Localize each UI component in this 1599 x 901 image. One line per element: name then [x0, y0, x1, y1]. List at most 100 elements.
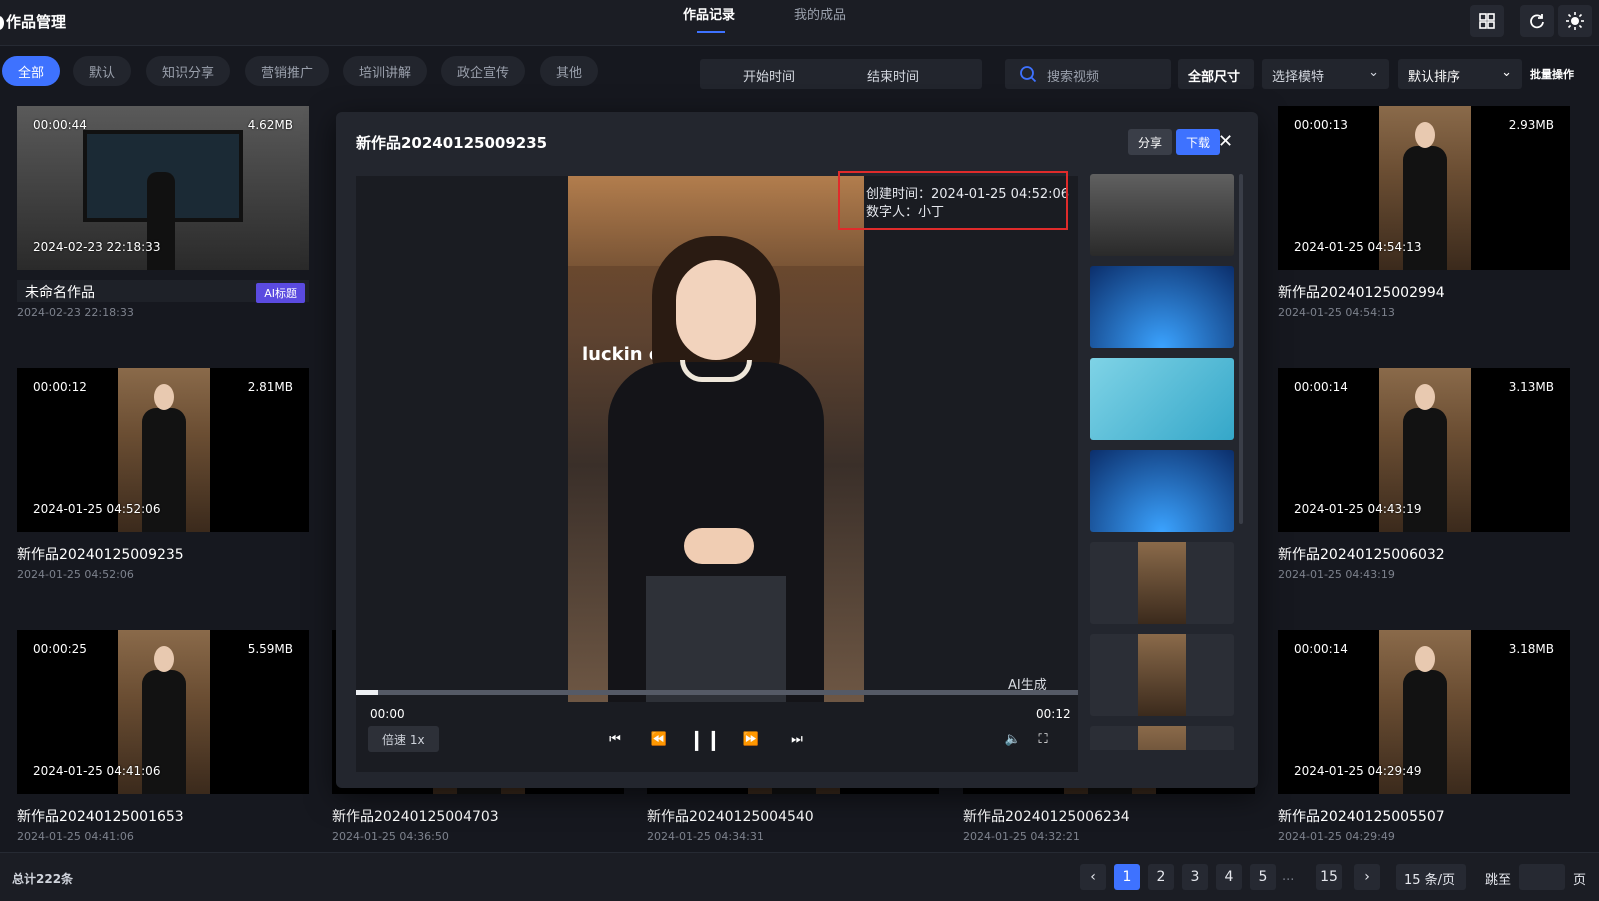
chevron-down-icon: ⌄	[1368, 65, 1379, 80]
page-ellipsis[interactable]: ...	[1282, 869, 1294, 884]
created-time-label: 2024-01-25 04:43:19	[1294, 502, 1422, 516]
speed-button[interactable]: 倍速 1x	[368, 726, 439, 752]
thumbnail-item[interactable]	[1090, 450, 1234, 532]
download-button[interactable]: 下载	[1176, 129, 1221, 155]
per-page-label: 15 条/页	[1404, 873, 1456, 888]
close-icon[interactable]: ✕	[1218, 131, 1233, 152]
fast-forward-icon[interactable]: ⏩	[740, 728, 762, 750]
thumbnail-item[interactable]	[1090, 634, 1234, 716]
created-time-label: 2024-01-25 04:52:06	[33, 502, 161, 516]
card-title: 新作品20240125009235	[17, 547, 184, 563]
file-size-label: 3.18MB	[1508, 642, 1554, 656]
volume-icon[interactable]: 🔈	[1002, 728, 1024, 750]
per-page-select[interactable]: 15 条/页	[1396, 864, 1466, 890]
card-title: 未命名作品	[25, 285, 95, 301]
end-time-field[interactable]: 结束时间	[867, 66, 919, 85]
video-thumbnail[interactable]: 00:00:14 3.18MB 2024-01-25 04:29:49	[1278, 630, 1570, 794]
thumbnail-item[interactable]	[1090, 358, 1234, 440]
thumbnail-item[interactable]	[1090, 542, 1234, 624]
search-input[interactable]: 搜索视频	[1005, 59, 1171, 89]
ai-title-badge[interactable]: AI标题	[256, 283, 305, 303]
page-button[interactable]: 1	[1114, 864, 1140, 890]
chip-government[interactable]: 政企宣传	[441, 56, 526, 86]
video-thumbnail[interactable]: 00:00:13 2.93MB 2024-01-25 04:54:13	[1278, 106, 1570, 270]
card-date: 2024-01-25 04:41:06	[17, 830, 134, 843]
progress-bar[interactable]	[356, 690, 1078, 695]
duration-label: 00:00:14	[1294, 380, 1348, 394]
prev-page-button[interactable]: ‹	[1080, 864, 1106, 890]
tab-works-record[interactable]: 作品记录	[683, 4, 735, 34]
total-count: 总计222条	[12, 872, 74, 886]
chip-all[interactable]: 全部	[2, 56, 61, 86]
page-button[interactable]: 15	[1316, 864, 1342, 890]
thumbnail-scrollbar[interactable]	[1239, 174, 1243, 524]
skip-previous-icon[interactable]: ⏮	[604, 728, 626, 750]
grid-view-button[interactable]	[1470, 5, 1504, 37]
duration-label: 00:00:12	[33, 380, 87, 394]
video-thumbnail[interactable]: 00:00:14 3.13MB 2024-01-25 04:43:19	[1278, 368, 1570, 532]
video-preview-modal: 新作品20240125009235 分享 下载 ✕ luckin cof 创建时…	[336, 112, 1258, 788]
card-date: 2024-02-23 22:18:33	[17, 306, 134, 319]
refresh-button[interactable]	[1520, 5, 1554, 37]
jump-page-input[interactable]	[1519, 864, 1565, 890]
fullscreen-icon[interactable]: ⛶	[1032, 728, 1054, 750]
model-select-label: 选择模特	[1272, 70, 1325, 85]
date-range-picker[interactable]: 开始时间 结束时间	[700, 59, 982, 89]
page-button[interactable]: 5	[1250, 864, 1276, 890]
duration-label: 00:00:13	[1294, 118, 1348, 132]
video-thumbnail[interactable]: 00:00:44 4.62MB 2024-02-23 22:18:33	[17, 106, 309, 270]
next-page-button[interactable]: ›	[1354, 864, 1380, 890]
sun-icon	[1566, 12, 1584, 30]
video-thumbnail[interactable]: 00:00:12 2.81MB 2024-01-25 04:52:06	[17, 368, 309, 532]
search-placeholder: 搜索视频	[1047, 70, 1100, 85]
logo-icon	[0, 16, 4, 30]
page-button[interactable]: 3	[1182, 864, 1208, 890]
duration-label: 00:00:25	[33, 642, 87, 656]
total-time: 00:12	[1036, 707, 1071, 721]
page-button[interactable]: 4	[1216, 864, 1242, 890]
chip-training[interactable]: 培训讲解	[343, 56, 428, 86]
created-time-label: 2024-02-23 22:18:33	[33, 240, 161, 254]
footer-pagination-bar: 总计222条 ‹ 1 2 3 4 5 ... 15 › 15 条/页 跳至 页	[0, 852, 1599, 901]
refresh-icon	[1530, 14, 1544, 29]
duration-label: 00:00:44	[33, 118, 87, 132]
chevron-down-icon: ⌄	[1501, 65, 1512, 80]
thumbnail-list	[1090, 174, 1234, 750]
thumbnail-item[interactable]	[1090, 174, 1234, 256]
chip-knowledge[interactable]: 知识分享	[146, 56, 231, 86]
card-date: 2024-01-25 04:29:49	[1278, 830, 1395, 843]
share-button[interactable]: 分享	[1128, 129, 1173, 155]
card-title: 新作品20240125002994	[1278, 285, 1445, 301]
theme-toggle-button[interactable]	[1558, 5, 1592, 37]
thumbnail-item[interactable]	[1090, 266, 1234, 348]
created-time-label: 2024-01-25 04:41:06	[33, 764, 161, 778]
chip-default[interactable]: 默认	[73, 56, 132, 86]
skip-next-icon[interactable]: ⏭	[786, 728, 808, 750]
highlight-box	[838, 171, 1068, 230]
batch-operations-button[interactable]: 批量操作	[1530, 66, 1574, 82]
page-button[interactable]: 2	[1148, 864, 1174, 890]
search-icon	[1020, 66, 1037, 83]
pause-icon[interactable]: ❙❙	[688, 727, 722, 751]
video-thumbnail[interactable]: 00:00:25 5.59MB 2024-01-25 04:41:06	[17, 630, 309, 794]
chip-other[interactable]: 其他	[540, 56, 599, 86]
created-time-label: 2024-01-25 04:29:49	[1294, 764, 1422, 778]
thumbnail-item[interactable]	[1090, 726, 1234, 750]
file-size-label: 2.93MB	[1508, 118, 1554, 132]
tab-my-products[interactable]: 我的成品	[794, 4, 846, 34]
video-frame[interactable]: luckin cof	[568, 176, 864, 702]
file-size-label: 3.13MB	[1508, 380, 1554, 394]
start-time-field[interactable]: 开始时间	[743, 66, 795, 85]
progress-fill	[356, 690, 378, 695]
chip-marketing[interactable]: 营销推广	[245, 56, 330, 86]
model-select[interactable]: 选择模特 ⌄	[1262, 59, 1389, 89]
card-date: 2024-01-25 04:54:13	[1278, 306, 1395, 319]
page-title: 作品管理	[6, 13, 67, 31]
file-size-label: 4.62MB	[247, 118, 293, 132]
sort-select[interactable]: 默认排序 ⌄	[1398, 59, 1522, 89]
card-date: 2024-01-25 04:52:06	[17, 568, 134, 581]
rewind-icon[interactable]: ⏪	[648, 728, 670, 750]
size-filter-button[interactable]: 全部尺寸	[1178, 59, 1254, 89]
card-date: 2024-01-25 04:34:31	[647, 830, 764, 843]
video-player[interactable]: luckin cof 创建时间：2024-01-25 04:52:06 数字人：…	[356, 176, 1078, 772]
